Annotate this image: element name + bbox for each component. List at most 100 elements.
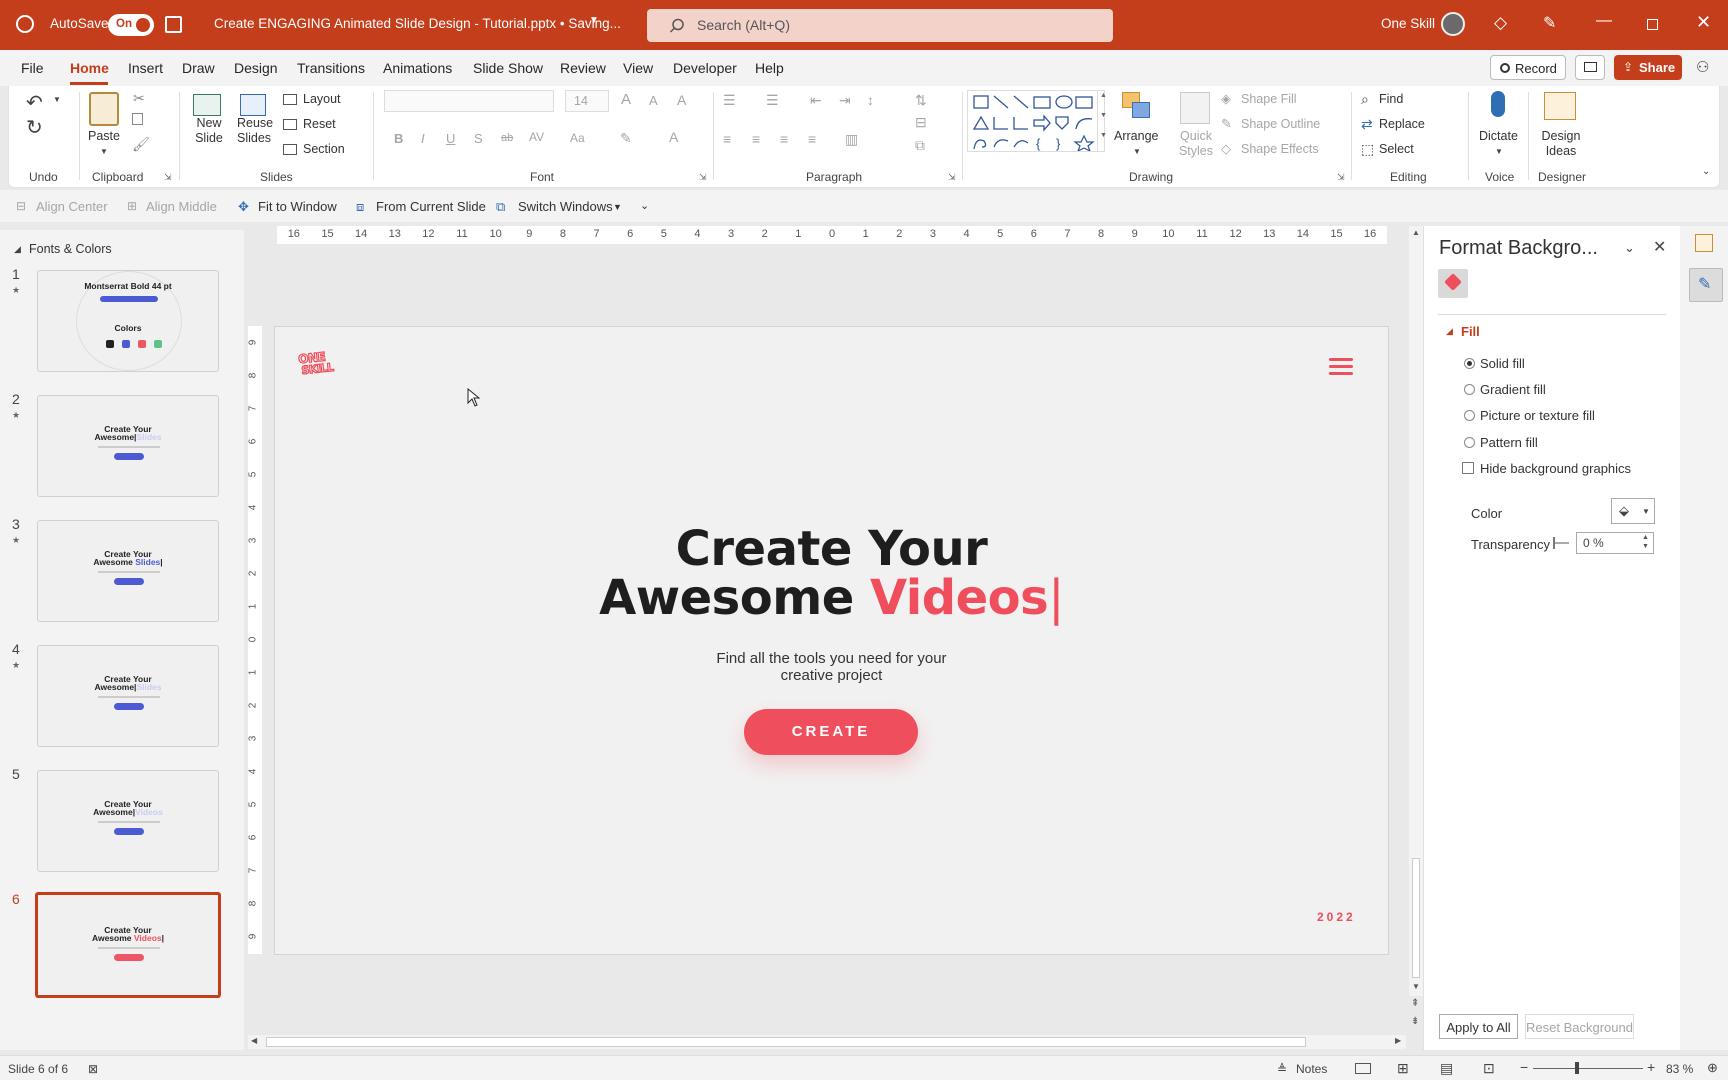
tab-home[interactable]: Home xyxy=(70,60,109,76)
redo-icon[interactable]: ↻ xyxy=(26,115,43,140)
slide-thumbnail-6[interactable]: Create Your Awesome Videos| xyxy=(35,892,221,998)
section-button[interactable]: Section xyxy=(303,142,345,157)
align-left-icon[interactable]: ≡ xyxy=(723,131,731,147)
person-icon[interactable]: ⚇ xyxy=(1696,58,1709,76)
scroll-down-icon[interactable]: ▼ xyxy=(1100,112,1107,119)
shapes-gallery-scroll[interactable]: ▲ ▼ ▼ xyxy=(1097,90,1109,152)
hide-graphics-checkbox[interactable] xyxy=(1462,462,1474,474)
horizontal-scrollbar[interactable]: ◀ ▶ xyxy=(248,1035,1406,1049)
notes-button[interactable]: Notes xyxy=(1296,1062,1327,1076)
scroll-thumb[interactable] xyxy=(266,1037,1306,1047)
bold-icon[interactable]: B xyxy=(394,131,403,146)
arrange-dropdown-icon[interactable]: ▼ xyxy=(1133,147,1141,156)
next-slide-icon[interactable]: ⇟ xyxy=(1411,1016,1419,1027)
autosave-toggle[interactable]: On xyxy=(108,14,154,36)
accessibility-icon[interactable]: ⊠ xyxy=(88,1062,98,1076)
increase-indent-icon[interactable]: ⇥ xyxy=(839,92,851,109)
gradient-fill-label[interactable]: Gradient fill xyxy=(1480,382,1546,397)
slide-thumbnail-3[interactable]: Create Your Awesome Slides| xyxy=(37,520,219,622)
scroll-down-icon[interactable]: ▼ xyxy=(1412,982,1420,991)
record-button[interactable]: Record xyxy=(1490,55,1566,80)
new-slide-icon[interactable] xyxy=(193,94,221,116)
change-case-icon[interactable]: Aa xyxy=(570,131,585,145)
strikethrough-icon[interactable]: ab xyxy=(501,132,513,144)
shape-fill-button[interactable]: Shape Fill xyxy=(1241,92,1297,107)
justify-icon[interactable]: ≡ xyxy=(808,131,816,147)
apply-to-all-button[interactable]: Apply to All xyxy=(1439,1014,1518,1039)
shape-outline-button[interactable]: Shape Outline xyxy=(1241,117,1320,132)
fit-slide-icon[interactable]: ⊕ xyxy=(1707,1060,1718,1076)
fit-to-window-button[interactable]: Fit to Window xyxy=(258,199,337,214)
align-text-icon[interactable]: ⊟ xyxy=(915,114,927,131)
zoom-level[interactable]: 83 % xyxy=(1666,1062,1693,1076)
scroll-right-icon[interactable]: ▶ xyxy=(1395,1036,1401,1045)
columns-icon[interactable]: ▥ xyxy=(845,131,858,148)
section-collapse-icon[interactable]: ◢ xyxy=(14,244,21,255)
paste-icon[interactable] xyxy=(89,92,119,126)
tab-help[interactable]: Help xyxy=(755,60,784,76)
close-pane-icon[interactable]: ✕ xyxy=(1653,237,1666,257)
dictate-button[interactable]: Dictate xyxy=(1479,129,1518,144)
quick-styles-label[interactable]: Quick Styles xyxy=(1175,129,1217,159)
slide-thumbnail-2[interactable]: Create Your Awesome|Slides xyxy=(37,395,219,497)
spin-up-icon[interactable]: ▲ xyxy=(1642,534,1649,541)
pane-options-icon[interactable]: ⌄ xyxy=(1624,240,1635,256)
tab-design[interactable]: Design xyxy=(234,60,278,76)
copy-icon[interactable] xyxy=(132,113,143,125)
underline-icon[interactable]: U xyxy=(446,131,455,146)
more-shapes-icon[interactable]: ▼ xyxy=(1100,132,1107,139)
arrange-label[interactable]: Arrange xyxy=(1114,129,1158,144)
increase-font-icon[interactable]: A xyxy=(621,91,631,108)
share-button[interactable]: ⇪ Share xyxy=(1614,55,1682,80)
shapes-gallery[interactable]: { } xyxy=(967,90,1105,152)
zoom-slider-thumb[interactable] xyxy=(1575,1062,1579,1074)
collapse-ribbon-icon[interactable]: ⌄ xyxy=(1702,166,1710,177)
bullets-icon[interactable]: ☰ xyxy=(723,92,736,109)
find-button[interactable]: Find xyxy=(1379,92,1403,107)
font-color-icon[interactable]: A xyxy=(669,129,678,145)
paste-dropdown-icon[interactable]: ▼ xyxy=(100,147,108,156)
user-name[interactable]: One Skill xyxy=(1381,16,1435,31)
paste-label[interactable]: Paste xyxy=(88,129,120,144)
cut-icon[interactable]: ✂ xyxy=(133,90,145,107)
one-skill-logo[interactable]: ONE SKILL xyxy=(297,349,347,382)
slide-sorter-icon[interactable]: ⊞ xyxy=(1397,1060,1409,1077)
align-center-text-icon[interactable]: ≡ xyxy=(752,131,760,147)
customize-qat-icon[interactable]: ⌄ xyxy=(640,199,649,212)
vertical-ruler[interactable]: 9 8 7 6 5 4 3 2 1 0 1 2 3 4 5 6 7 8 9 xyxy=(247,326,262,954)
restore-icon[interactable] xyxy=(1647,19,1658,30)
font-launcher-icon[interactable]: ⇲ xyxy=(699,172,707,183)
document-title[interactable]: Create ENGAGING Animated Slide Design - … xyxy=(214,16,621,31)
decrease-font-icon[interactable]: A xyxy=(649,93,658,108)
search-box[interactable]: Search (Alt+Q) xyxy=(647,9,1113,42)
format-painter-icon[interactable]: 🖌 xyxy=(132,136,150,153)
select-button[interactable]: Select xyxy=(1379,142,1414,157)
minimize-icon[interactable]: — xyxy=(1596,12,1612,30)
dictate-dropdown-icon[interactable]: ▼ xyxy=(1495,147,1503,156)
numbering-icon[interactable]: ☰ xyxy=(766,92,779,109)
designer-pane-icon[interactable] xyxy=(1695,234,1713,252)
italic-icon[interactable]: I xyxy=(421,131,425,146)
color-picker-button[interactable]: ⬙ ▼ xyxy=(1611,498,1655,524)
scroll-up-icon[interactable]: ▲ xyxy=(1100,92,1107,99)
comments-button[interactable] xyxy=(1575,55,1605,80)
undo-icon[interactable]: ↶ xyxy=(26,90,43,115)
slide-canvas[interactable]: ONE SKILL Create Your Awesome Videos| Fi… xyxy=(275,327,1388,954)
clipboard-launcher-icon[interactable]: ⇲ xyxy=(164,172,172,183)
hamburger-menu-icon[interactable] xyxy=(1329,358,1353,376)
heading-line-1[interactable]: Create Your xyxy=(275,523,1388,575)
switch-windows-dropdown-icon[interactable]: ▼ xyxy=(613,202,622,212)
hide-graphics-label[interactable]: Hide background graphics xyxy=(1480,461,1631,476)
spin-down-icon[interactable]: ▼ xyxy=(1642,543,1649,550)
decrease-indent-icon[interactable]: ⇤ xyxy=(810,92,822,109)
paragraph-launcher-icon[interactable]: ⇲ xyxy=(948,172,956,183)
transparency-slider-track[interactable] xyxy=(1555,542,1569,544)
slideshow-view-icon[interactable]: ⊡ xyxy=(1483,1060,1495,1077)
normal-view-icon[interactable] xyxy=(1355,1063,1371,1074)
align-center-button[interactable]: Align Center xyxy=(36,199,108,214)
slide-thumbnail-5[interactable]: Create Your Awesome|Videos xyxy=(37,770,219,872)
zoom-out-icon[interactable]: − xyxy=(1520,1059,1528,1075)
undo-dropdown-icon[interactable]: ▼ xyxy=(53,95,61,104)
tab-file[interactable]: File xyxy=(21,60,44,76)
pattern-fill-label[interactable]: Pattern fill xyxy=(1480,435,1538,450)
